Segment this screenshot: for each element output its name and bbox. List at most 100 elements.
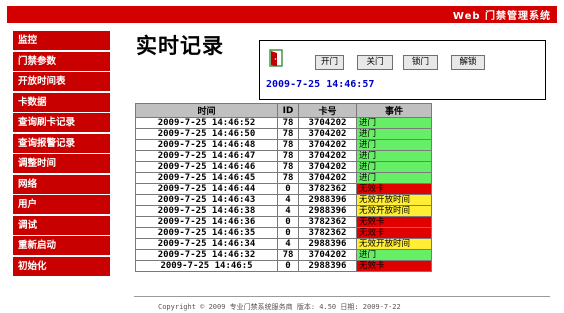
current-datetime: 2009-7-25 14:46:57 xyxy=(266,79,375,90)
cell-event: 无效卡 xyxy=(356,183,432,195)
cell-id: 0 xyxy=(277,260,299,272)
table-row: 2009-7-25 14:46:38 4 2988396 无效开放时间 xyxy=(135,205,432,217)
unlock-door-button[interactable]: 解锁 xyxy=(451,55,485,70)
footer-divider xyxy=(134,296,550,297)
sidebar-nav: 监控 门禁参数 开放时间表 卡数据 查询刷卡记录 查询报警记录 调整时间 网络 … xyxy=(13,31,110,277)
table-row: 2009-7-25 14:46:34 4 2988396 无效开放时间 xyxy=(135,238,432,250)
table-row: 2009-7-25 14:46:44 0 3782362 无效卡 xyxy=(135,183,432,195)
cell-event: 进门 xyxy=(356,161,432,173)
sidebar-item-card-data[interactable]: 卡数据 xyxy=(13,92,110,112)
table-row: 2009-7-25 14:46:46 78 3704202 进门 xyxy=(135,161,432,173)
cell-id: 0 xyxy=(277,183,299,195)
page-title: 实时记录 xyxy=(136,33,224,58)
cell-id: 78 xyxy=(277,117,299,129)
cell-time: 2009-7-25 14:46:34 xyxy=(135,238,278,250)
table-row: 2009-7-25 14:46:52 78 3704202 进门 xyxy=(135,117,432,129)
cell-time: 2009-7-25 14:46:36 xyxy=(135,216,278,228)
cell-time: 2009-7-25 14:46:44 xyxy=(135,183,278,195)
cell-event: 无效开放时间 xyxy=(356,205,432,217)
sidebar-item-swipe-records[interactable]: 查询刷卡记录 xyxy=(13,113,110,132)
cell-card: 2988396 xyxy=(298,238,357,250)
door-icon xyxy=(269,49,283,67)
cell-time: 2009-7-25 14:46:38 xyxy=(135,205,278,217)
cell-time: 2009-7-25 14:46:32 xyxy=(135,249,278,261)
cell-id: 78 xyxy=(277,150,299,162)
column-header-id: ID xyxy=(277,103,299,118)
cell-id: 78 xyxy=(277,139,299,151)
cell-time: 2009-7-25 14:46:45 xyxy=(135,172,278,184)
table-row: 2009-7-25 14:46:43 4 2988396 无效开放时间 xyxy=(135,194,432,206)
cell-time: 2009-7-25 14:46:5 xyxy=(135,260,278,272)
cell-id: 4 xyxy=(277,205,299,217)
cell-card: 3704202 xyxy=(298,150,357,162)
cell-time: 2009-7-25 14:46:48 xyxy=(135,139,278,151)
top-bar: Web 门禁管理系统 xyxy=(7,6,557,23)
app-title: Web 门禁管理系统 xyxy=(452,11,551,22)
sidebar-item-open-schedule[interactable]: 开放时间表 xyxy=(13,72,110,91)
sidebar-item-alarm-records[interactable]: 查询报警记录 xyxy=(13,133,110,153)
table-row: 2009-7-25 14:46:5 0 2988396 无效卡 xyxy=(135,260,432,272)
cell-id: 78 xyxy=(277,128,299,140)
cell-card: 2988396 xyxy=(298,194,357,206)
cell-card: 3704202 xyxy=(298,172,357,184)
records-body: 2009-7-25 14:46:52 78 3704202 进门 2009-7-25 1… xyxy=(135,117,432,272)
sidebar-item-users[interactable]: 用户 xyxy=(13,195,110,214)
realtime-records-table: 时间 ID 卡号 事件 2009-7-25 14:46:52 78 3704202 进… xyxy=(135,103,432,272)
cell-card: 2988396 xyxy=(298,205,357,217)
sidebar-item-door-params[interactable]: 门禁参数 xyxy=(13,51,110,71)
sidebar-item-debug[interactable]: 调试 xyxy=(13,215,110,235)
cell-id: 0 xyxy=(277,216,299,228)
cell-time: 2009-7-25 14:46:47 xyxy=(135,150,278,162)
column-header-event: 事件 xyxy=(356,103,432,118)
door-control-panel: 开门 关门 锁门 解锁 2009-7-25 14:46:57 xyxy=(259,40,546,100)
cell-event: 无效开放时间 xyxy=(356,238,432,250)
cell-time: 2009-7-25 14:46:46 xyxy=(135,161,278,173)
cell-event: 无效卡 xyxy=(356,227,432,239)
cell-card: 3704202 xyxy=(298,139,357,151)
table-row: 2009-7-25 14:46:36 0 3782362 无效卡 xyxy=(135,216,432,228)
cell-card: 3782362 xyxy=(298,183,357,195)
column-header-card: 卡号 xyxy=(298,103,357,118)
sidebar-item-adjust-time[interactable]: 调整时间 xyxy=(13,154,110,173)
sidebar-item-initialize[interactable]: 初始化 xyxy=(13,256,110,276)
column-header-time: 时间 xyxy=(135,103,278,118)
cell-id: 4 xyxy=(277,238,299,250)
table-header-row: 时间 ID 卡号 事件 xyxy=(135,103,432,118)
cell-id: 0 xyxy=(277,227,299,239)
cell-event: 进门 xyxy=(356,150,432,162)
open-door-button[interactable]: 开门 xyxy=(315,55,344,70)
cell-time: 2009-7-25 14:46:50 xyxy=(135,128,278,140)
table-row: 2009-7-25 14:46:50 78 3704202 进门 xyxy=(135,128,432,140)
sidebar-item-monitor[interactable]: 监控 xyxy=(13,31,110,50)
cell-card: 3704202 xyxy=(298,249,357,261)
cell-event: 进门 xyxy=(356,117,432,129)
table-row: 2009-7-25 14:46:32 78 3704202 进门 xyxy=(135,249,432,261)
cell-card: 3704202 xyxy=(298,128,357,140)
table-row: 2009-7-25 14:46:47 78 3704202 进门 xyxy=(135,150,432,162)
cell-id: 4 xyxy=(277,194,299,206)
sidebar-item-network[interactable]: 网络 xyxy=(13,174,110,194)
cell-event: 进门 xyxy=(356,128,432,140)
cell-card: 3782362 xyxy=(298,227,357,239)
footer-copyright: Copyright © 2009 专业门禁系统服务商 版本: 4.50 日期: … xyxy=(158,303,401,311)
cell-time: 2009-7-25 14:46:35 xyxy=(135,227,278,239)
cell-card: 3782362 xyxy=(298,216,357,228)
cell-card: 2988396 xyxy=(298,260,357,272)
cell-id: 78 xyxy=(277,172,299,184)
table-row: 2009-7-25 14:46:45 78 3704202 进门 xyxy=(135,172,432,184)
cell-event: 无效卡 xyxy=(356,260,432,272)
cell-id: 78 xyxy=(277,161,299,173)
cell-card: 3704202 xyxy=(298,117,357,129)
sidebar-item-restart[interactable]: 重新启动 xyxy=(13,236,110,255)
cell-time: 2009-7-25 14:46:52 xyxy=(135,117,278,129)
cell-id: 78 xyxy=(277,249,299,261)
cell-card: 3704202 xyxy=(298,161,357,173)
cell-event: 进门 xyxy=(356,249,432,261)
lock-door-button[interactable]: 锁门 xyxy=(403,55,438,70)
close-door-button[interactable]: 关门 xyxy=(357,55,393,70)
cell-event: 无效卡 xyxy=(356,216,432,228)
cell-event: 进门 xyxy=(356,172,432,184)
cell-event: 进门 xyxy=(356,139,432,151)
cell-time: 2009-7-25 14:46:43 xyxy=(135,194,278,206)
cell-event: 无效开放时间 xyxy=(356,194,432,206)
